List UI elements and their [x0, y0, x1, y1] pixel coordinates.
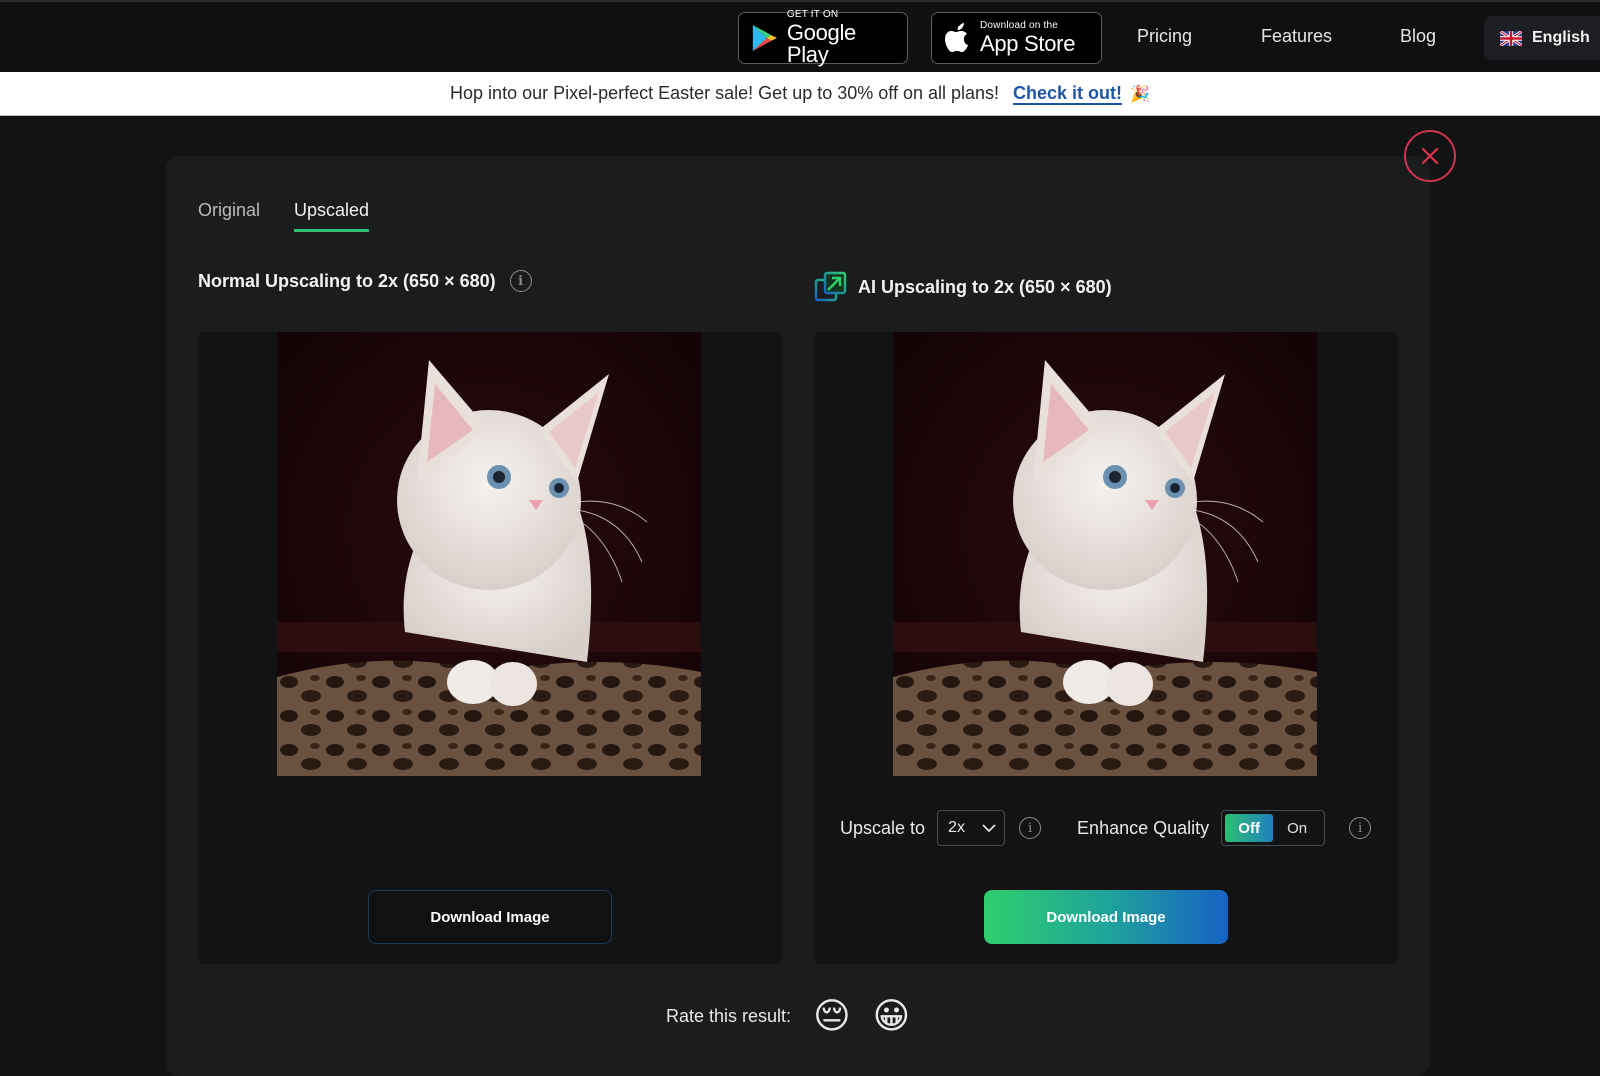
ai-upscaling-header: AI Upscaling to 2x (650 × 680): [814, 270, 1112, 304]
app-store-big-text: App Store: [980, 31, 1076, 56]
upscale-info-icon[interactable]: i: [1019, 817, 1042, 839]
normal-upscaled-image: [277, 332, 701, 776]
download-normal-button[interactable]: Download Image: [368, 890, 612, 944]
download-ai-button[interactable]: Download Image: [984, 890, 1228, 944]
ai-upscale-icon: [814, 271, 847, 302]
nav-link-pricing[interactable]: Pricing: [1137, 26, 1192, 47]
rating-section: Rate this result: 😔 😀: [666, 998, 910, 1034]
party-popper-icon: 🎉: [1130, 85, 1150, 103]
uk-flag-icon: [1500, 30, 1522, 46]
app-store-button[interactable]: Download on the App Store: [931, 12, 1102, 64]
tab-upscaled[interactable]: Upscaled: [294, 200, 370, 232]
upscale-to-label: Upscale to: [840, 817, 926, 838]
sad-face-icon[interactable]: 😔: [813, 998, 851, 1034]
close-icon: [1421, 147, 1439, 165]
normal-upscaling-title: Normal Upscaling to 2x (650 × 680): [198, 270, 496, 291]
top-navigation: GET IT ON Google Play Download on the Ap…: [0, 0, 1600, 72]
nav-link-features[interactable]: Features: [1261, 26, 1332, 47]
chevron-down-icon: [982, 823, 996, 832]
google-play-small-text: GET IT ON: [786, 9, 839, 20]
google-play-icon: [752, 25, 777, 51]
upscale-controls: Upscale to 2x i Enhance Quality Off On i: [840, 810, 1372, 846]
language-selector[interactable]: English: [1484, 16, 1600, 60]
nav-link-blog[interactable]: Blog: [1400, 26, 1436, 47]
normal-upscaling-panel: [198, 332, 782, 964]
ai-upscaling-title: AI Upscaling to 2x (650 × 680): [858, 276, 1112, 297]
upscale-factor-value: 2x: [948, 819, 965, 836]
tab-original[interactable]: Original: [198, 200, 260, 232]
enhance-quality-toggle[interactable]: Off On: [1221, 810, 1326, 846]
toggle-on-option[interactable]: On: [1273, 814, 1321, 842]
app-store-small-text: Download on the: [980, 20, 1059, 31]
apple-icon: [945, 23, 968, 52]
kitten-photo: [893, 332, 1317, 776]
promo-text: Hop into our Pixel-perfect Easter sale! …: [450, 83, 1000, 103]
enhance-quality-label: Enhance Quality: [1077, 817, 1210, 838]
ai-upscaling-panel: [814, 332, 1398, 964]
promo-banner: Hop into our Pixel-perfect Easter sale! …: [0, 72, 1600, 116]
ai-upscaled-image: [893, 332, 1317, 776]
happy-face-icon[interactable]: 😀: [873, 998, 911, 1034]
rating-label: Rate this result:: [666, 1005, 792, 1026]
google-play-big-text: Google Play: [786, 20, 856, 67]
info-icon[interactable]: i: [509, 270, 532, 292]
kitten-photo: [277, 332, 701, 776]
google-play-button[interactable]: GET IT ON Google Play: [738, 9, 908, 67]
normal-upscaling-header: Normal Upscaling to 2x (650 × 680) i: [198, 270, 532, 292]
language-label: English: [1532, 29, 1590, 46]
enhance-info-icon[interactable]: i: [1349, 817, 1372, 839]
promo-link[interactable]: Check it out!: [1013, 83, 1122, 104]
view-tabs: Original Upscaled: [198, 200, 370, 232]
upscale-factor-select[interactable]: 2x: [937, 810, 1006, 846]
close-button[interactable]: [1404, 130, 1456, 182]
toggle-off-option[interactable]: Off: [1225, 814, 1274, 842]
